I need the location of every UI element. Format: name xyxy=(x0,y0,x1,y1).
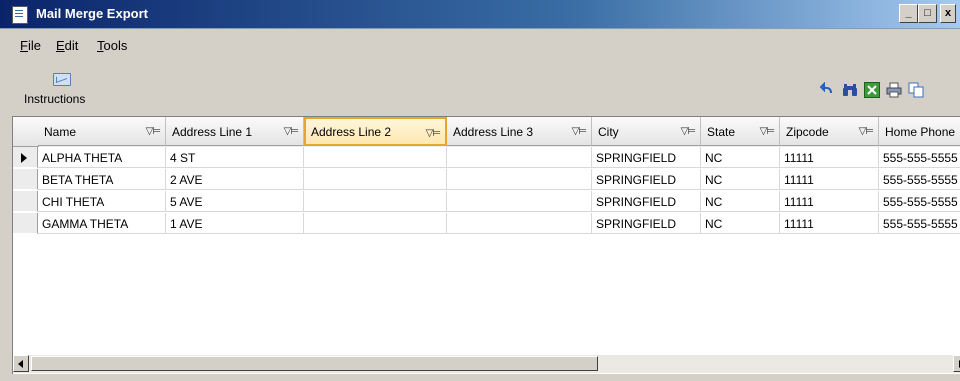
cell-address-line-1[interactable]: 5 AVE xyxy=(166,191,304,212)
filter-icon[interactable]: ▽⊨ xyxy=(284,126,299,137)
scroll-right-button[interactable] xyxy=(953,355,960,372)
menu-bar: File Edit Tools xyxy=(0,30,960,58)
print-icon[interactable] xyxy=(886,82,902,98)
menu-edit[interactable]: Edit xyxy=(56,38,78,53)
cell-state[interactable]: NC xyxy=(701,169,780,190)
filter-icon[interactable]: ▽⊨ xyxy=(760,126,775,137)
cell-name[interactable]: CHI THETA xyxy=(38,191,166,212)
toolbar: Instructions xyxy=(0,60,960,114)
left-arrow-icon xyxy=(18,360,23,368)
table-row[interactable]: ALPHA THETA 4 ST SPRINGFIELD NC 11111 55… xyxy=(13,147,960,169)
cell-zipcode[interactable]: 11111 xyxy=(780,191,879,212)
cell-city[interactable]: SPRINGFIELD xyxy=(592,169,701,190)
filter-icon[interactable]: ▽⊨ xyxy=(859,126,874,137)
row-selector[interactable] xyxy=(13,191,38,212)
document-icon xyxy=(12,6,28,24)
maximize-button[interactable]: □ xyxy=(918,4,937,23)
column-header-state[interactable]: State ▽⊨ xyxy=(701,117,780,146)
column-header-label: Zipcode xyxy=(786,125,829,139)
cell-home-phone[interactable]: 555-555-5555 xyxy=(879,191,960,212)
copy-icon[interactable] xyxy=(908,82,924,98)
filter-icon[interactable]: ▽⊨ xyxy=(426,128,441,139)
current-row-arrow-icon xyxy=(21,153,27,163)
filter-icon[interactable]: ▽⊨ xyxy=(146,126,161,137)
find-icon[interactable] xyxy=(842,82,858,98)
cell-address-line-2[interactable] xyxy=(304,169,447,190)
row-selector[interactable] xyxy=(13,147,38,168)
cell-address-line-3[interactable] xyxy=(447,191,592,212)
cell-zipcode[interactable]: 11111 xyxy=(780,147,879,168)
cell-state[interactable]: NC xyxy=(701,213,780,234)
column-header-label: State xyxy=(707,125,736,139)
menu-mnemonic: F xyxy=(20,38,28,53)
cell-name[interactable]: BETA THETA xyxy=(38,169,166,190)
column-header-city[interactable]: City ▽⊨ xyxy=(592,117,701,146)
cell-state[interactable]: NC xyxy=(701,147,780,168)
undo-icon[interactable] xyxy=(820,82,836,98)
column-header-label: City xyxy=(598,125,619,139)
row-selector[interactable] xyxy=(13,169,38,190)
row-selector-header[interactable] xyxy=(13,117,39,147)
row-selector[interactable] xyxy=(13,213,38,234)
data-grid: Name ▽⊨ Address Line 1 ▽⊨ Address Line 2… xyxy=(12,116,960,374)
column-header-address-line-1[interactable]: Address Line 1 ▽⊨ xyxy=(166,117,304,146)
cell-home-phone[interactable]: 555-555-5555 xyxy=(879,169,960,190)
cell-city[interactable]: SPRINGFIELD xyxy=(592,147,701,168)
instructions-button[interactable]: Instructions xyxy=(20,66,110,110)
column-header-label: Address Line 2 xyxy=(311,125,392,139)
cell-name[interactable]: ALPHA THETA xyxy=(38,147,166,168)
scrollbar-thumb[interactable] xyxy=(31,356,598,371)
cell-zipcode[interactable]: 11111 xyxy=(780,213,879,234)
close-button[interactable]: x xyxy=(940,4,956,23)
cell-state[interactable]: NC xyxy=(701,191,780,212)
filter-icon[interactable]: ▽⊨ xyxy=(681,126,696,137)
grid-header: Name ▽⊨ Address Line 1 ▽⊨ Address Line 2… xyxy=(13,117,960,147)
cell-address-line-2[interactable] xyxy=(304,191,447,212)
cell-address-line-1[interactable]: 2 AVE xyxy=(166,169,304,190)
filter-icon[interactable]: ▽⊨ xyxy=(572,126,587,137)
excel-export-icon[interactable] xyxy=(864,82,880,98)
cell-address-line-1[interactable]: 4 ST xyxy=(166,147,304,168)
menu-label: ile xyxy=(27,38,41,53)
menu-file[interactable]: File xyxy=(20,38,41,53)
cell-address-line-1[interactable]: 1 AVE xyxy=(166,213,304,234)
menu-tools[interactable]: Tools xyxy=(97,38,127,53)
cell-city[interactable]: SPRINGFIELD xyxy=(592,191,701,212)
column-header-label: Home Phone xyxy=(885,125,956,139)
cell-address-line-3[interactable] xyxy=(447,169,592,190)
cell-city[interactable]: SPRINGFIELD xyxy=(592,213,701,234)
cell-home-phone[interactable]: 555-555-5555 xyxy=(879,213,960,234)
column-header-label: Name xyxy=(44,125,77,139)
scroll-left-button[interactable] xyxy=(13,355,29,372)
window-title: Mail Merge Export xyxy=(36,6,148,21)
cell-zipcode[interactable]: 11111 xyxy=(780,169,879,190)
menu-mnemonic: E xyxy=(56,38,65,53)
column-header-label: Address Line 3 xyxy=(453,125,534,139)
menu-label: dit xyxy=(64,38,79,53)
cell-address-line-2[interactable] xyxy=(304,213,447,234)
column-header-address-line-3[interactable]: Address Line 3 ▽⊨ xyxy=(447,117,592,146)
table-row[interactable]: CHI THETA 5 AVE SPRINGFIELD NC 11111 555… xyxy=(13,191,960,213)
instructions-label: Instructions xyxy=(24,92,86,106)
title-bar: Mail Merge Export _ □ x xyxy=(0,0,960,29)
column-header-label: Address Line 1 xyxy=(172,125,253,139)
table-row[interactable]: BETA THETA 2 AVE SPRINGFIELD NC 11111 55… xyxy=(13,169,960,191)
cell-address-line-3[interactable] xyxy=(447,147,592,168)
envelope-icon xyxy=(53,73,71,86)
cell-address-line-2[interactable] xyxy=(304,147,447,168)
column-header-home-phone[interactable]: Home Phone xyxy=(879,117,960,146)
cell-home-phone[interactable]: 555-555-5555 xyxy=(879,147,960,168)
table-row[interactable]: GAMMA THETA 1 AVE SPRINGFIELD NC 11111 5… xyxy=(13,213,960,235)
minimize-button[interactable]: _ xyxy=(899,4,918,23)
column-header-address-line-2[interactable]: Address Line 2 ▽⊨ xyxy=(304,117,447,146)
cell-name[interactable]: GAMMA THETA xyxy=(38,213,166,234)
horizontal-scrollbar[interactable] xyxy=(13,354,960,373)
cell-address-line-3[interactable] xyxy=(447,213,592,234)
column-header-zipcode[interactable]: Zipcode ▽⊨ xyxy=(780,117,879,146)
column-header-name[interactable]: Name ▽⊨ xyxy=(38,117,166,146)
menu-label: ools xyxy=(103,38,128,53)
